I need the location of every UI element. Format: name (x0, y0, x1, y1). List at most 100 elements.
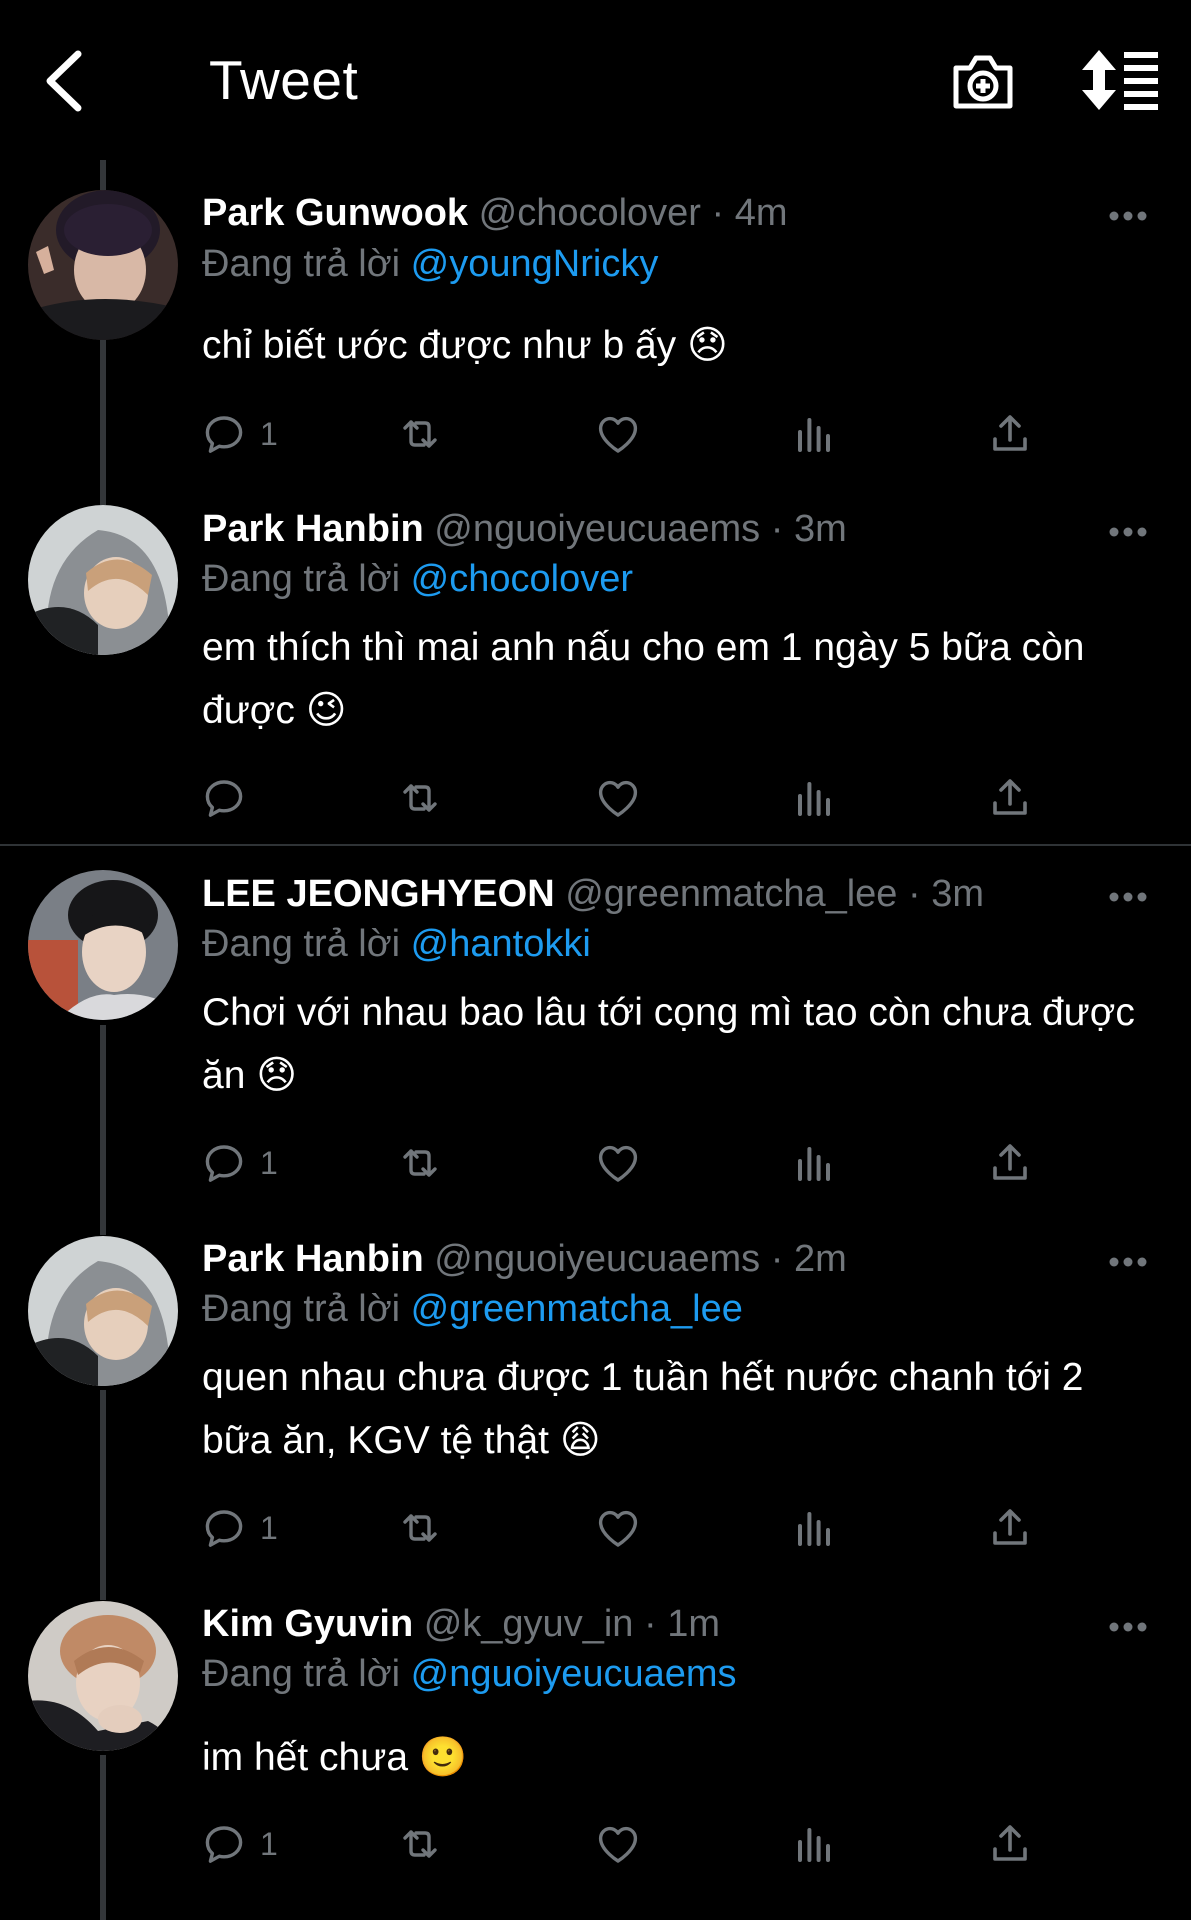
avatar[interactable] (28, 505, 178, 655)
reply-count: 1 (260, 415, 278, 452)
reply-button[interactable]: 1 (200, 408, 278, 460)
reply-count: 1 (260, 1825, 278, 1862)
tweet-header: Park Gunwook @chocolover · 4m (202, 192, 788, 235)
retweet-button[interactable] (396, 1502, 444, 1554)
reply-count: 1 (260, 1144, 278, 1181)
separator-dot: · (711, 192, 725, 234)
user-handle[interactable]: @k_gyuv_in (424, 1603, 634, 1645)
replying-to-link[interactable]: @hantokki (411, 923, 591, 965)
replying-to: Đang trả lời @youngNricky (202, 243, 658, 286)
tweet-text: chỉ biết ước được như b ấy 😞 (202, 324, 728, 367)
replying-to-link[interactable]: @chocolover (411, 558, 633, 600)
tweet-header: Park Hanbin @nguoiyeucuaems · 3m (202, 508, 847, 551)
heart-icon (598, 1826, 638, 1863)
replying-to-link[interactable]: @greenmatcha_lee (411, 1288, 743, 1330)
user-handle[interactable]: @chocolover (479, 192, 701, 234)
user-handle[interactable]: @nguoiyeucuaems (434, 508, 760, 550)
thread-line (100, 160, 106, 190)
action-bar: 1 (200, 408, 1060, 460)
replying-to-label: Đang trả lời (202, 558, 401, 600)
tweet-header: LEE JEONGHYEON @greenmatcha_lee · 3m (202, 873, 984, 916)
replying-to-label: Đang trả lời (202, 923, 401, 965)
tweet-text: im hết chưa 🙂 (202, 1736, 468, 1779)
display-name[interactable]: Kim Gyuvin (202, 1603, 413, 1645)
separator-dot: · (770, 508, 784, 550)
share-button[interactable] (986, 1502, 1034, 1554)
like-button[interactable] (594, 772, 642, 824)
reply-icon (205, 1145, 243, 1182)
timestamp: 3m (931, 873, 985, 915)
like-button[interactable] (594, 1502, 642, 1554)
camera-plus-icon[interactable] (950, 50, 1016, 112)
replying-to-link[interactable]: @youngNricky (411, 243, 659, 285)
chevron-left-icon[interactable] (40, 48, 90, 114)
replying-to-label: Đang trả lời (202, 1288, 401, 1330)
more-options-icon[interactable] (1108, 526, 1148, 538)
reply-button[interactable]: 1 (200, 1137, 278, 1189)
share-icon (993, 415, 1027, 451)
retweet-button[interactable] (396, 772, 444, 824)
thread-divider (0, 844, 1191, 846)
share-button[interactable] (986, 408, 1034, 460)
separator-dot: · (908, 873, 921, 915)
display-name[interactable]: Park Gunwook (202, 192, 468, 234)
action-bar: 1 (200, 1502, 1060, 1554)
views-button[interactable] (790, 1818, 838, 1870)
analytics-icon (798, 782, 830, 816)
avatar[interactable] (28, 1601, 178, 1751)
like-button[interactable] (594, 1137, 642, 1189)
retweet-button[interactable] (396, 1137, 444, 1189)
display-name[interactable]: LEE JEONGHYEON (202, 873, 555, 915)
separator-dot: · (770, 1238, 784, 1280)
replying-to: Đang trả lời @greenmatcha_lee (202, 1288, 743, 1331)
more-options-icon[interactable] (1108, 1621, 1148, 1633)
reply-count: 1 (260, 1509, 278, 1546)
user-handle[interactable]: @greenmatcha_lee (565, 873, 897, 915)
action-bar (200, 772, 1060, 824)
like-button[interactable] (594, 408, 642, 460)
heart-icon (598, 780, 638, 817)
tweet-text: em thích thì mai anh nấu cho em 1 ngày 5… (202, 626, 1085, 732)
views-button[interactable] (790, 772, 838, 824)
page-title: Tweet (209, 49, 359, 111)
more-options-icon[interactable] (1108, 891, 1148, 903)
avatar[interactable] (28, 190, 178, 340)
share-button[interactable] (986, 1137, 1034, 1189)
separator-dot: · (643, 1603, 657, 1645)
tweet-text: quen nhau chưa được 1 tuần hết nước chan… (202, 1356, 1084, 1462)
retweet-button[interactable] (396, 1818, 444, 1870)
reply-button[interactable]: 1 (200, 1502, 278, 1554)
share-icon (993, 1509, 1027, 1545)
views-button[interactable] (790, 408, 838, 460)
views-button[interactable] (790, 1137, 838, 1189)
share-icon (993, 1825, 1027, 1861)
more-options-icon[interactable] (1108, 1256, 1148, 1268)
display-name[interactable]: Park Hanbin (202, 1238, 424, 1280)
user-handle[interactable]: @nguoiyeucuaems (434, 1238, 760, 1280)
share-icon (993, 779, 1027, 815)
action-bar: 1 (200, 1137, 1060, 1189)
more-options-icon[interactable] (1108, 210, 1148, 222)
action-bar: 1 (200, 1818, 1060, 1870)
reply-icon (205, 780, 243, 817)
retweet-icon (403, 420, 437, 448)
display-name[interactable]: Park Hanbin (202, 508, 424, 550)
share-button[interactable] (986, 772, 1034, 824)
avatar[interactable] (28, 870, 178, 1020)
like-button[interactable] (594, 1818, 642, 1870)
retweet-button[interactable] (396, 408, 444, 460)
analytics-icon (798, 1147, 830, 1181)
replying-to-link[interactable]: @nguoiyeucuaems (411, 1653, 737, 1695)
share-button[interactable] (986, 1818, 1034, 1870)
reply-button[interactable] (200, 772, 260, 824)
sort-list-icon[interactable] (1082, 50, 1160, 110)
reply-button[interactable]: 1 (200, 1818, 278, 1870)
views-button[interactable] (790, 1502, 838, 1554)
heart-icon (598, 416, 638, 453)
replying-to-label: Đang trả lời (202, 243, 401, 285)
share-icon (993, 1144, 1027, 1180)
avatar[interactable] (28, 1236, 178, 1386)
replying-to: Đang trả lời @hantokki (202, 923, 591, 966)
thread-line (100, 1390, 106, 1600)
tweet-header: Kim Gyuvin @k_gyuv_in · 1m (202, 1603, 720, 1646)
